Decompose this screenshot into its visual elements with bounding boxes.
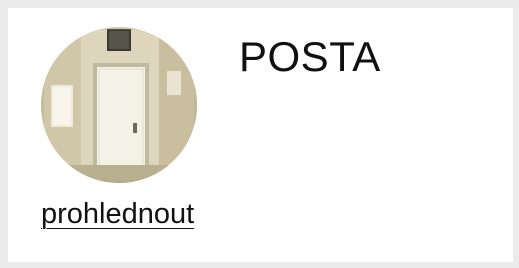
item-title: POSTA [239,33,381,80]
door-photo-icon [41,27,197,183]
item-card: POSTA prohlednout [8,8,513,262]
avatar [41,27,197,183]
view-link[interactable]: prohlednout [41,198,194,231]
